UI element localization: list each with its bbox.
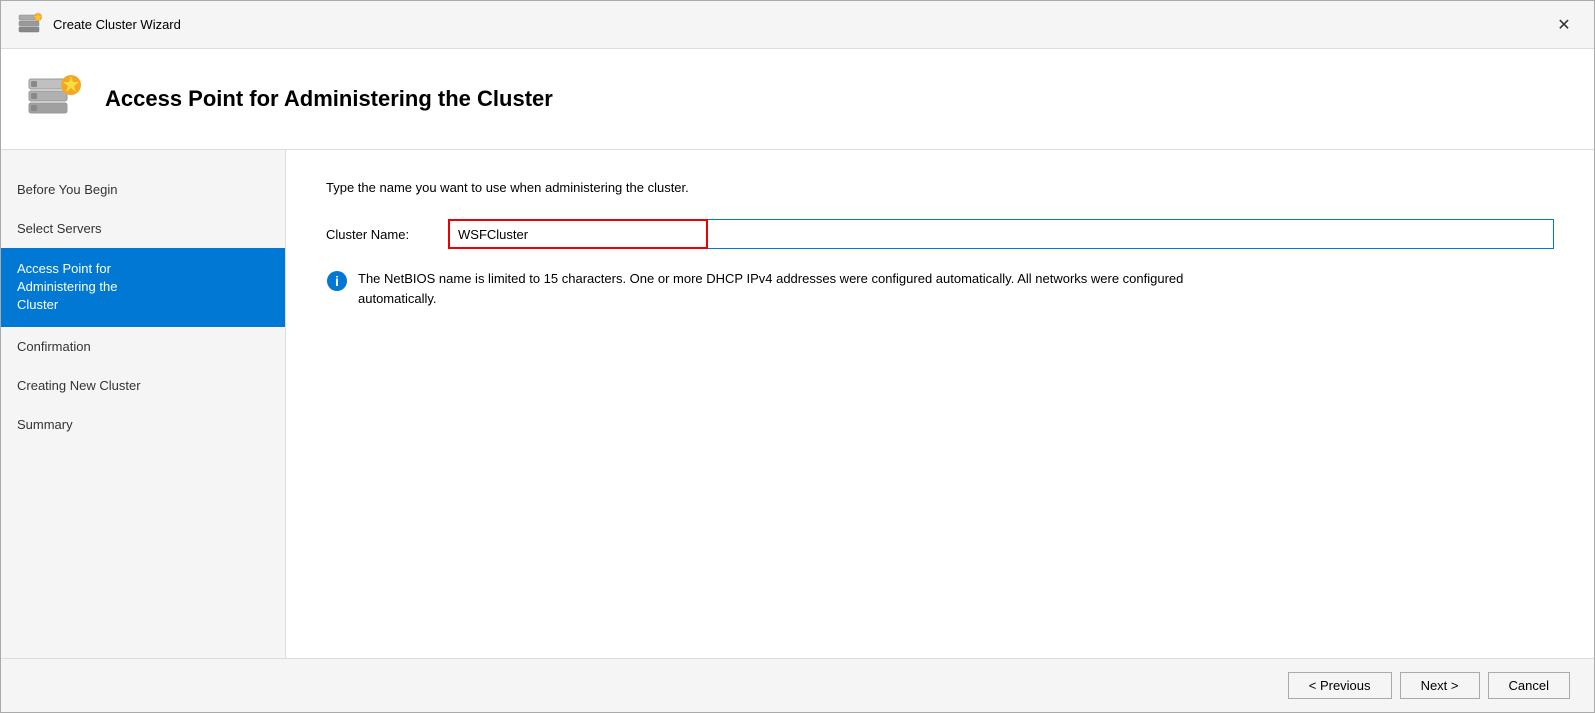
content-description: Type the name you want to use when admin… — [326, 180, 1554, 195]
next-button[interactable]: Next > — [1400, 672, 1480, 699]
cluster-name-label: Cluster Name: — [326, 227, 436, 242]
wizard-footer: < Previous Next > Cancel — [1, 658, 1594, 712]
info-text: The NetBIOS name is limited to 15 charac… — [358, 269, 1226, 308]
info-box: i The NetBIOS name is limited to 15 char… — [326, 269, 1226, 308]
wizard-header-title: Access Point for Administering the Clust… — [105, 86, 553, 112]
sidebar-item-select-servers[interactable]: Select Servers — [1, 209, 285, 248]
svg-text:i: i — [335, 273, 339, 289]
wizard-header-icon — [25, 69, 85, 129]
wizard-header: Access Point for Administering the Clust… — [1, 49, 1594, 150]
wizard-main-content: Type the name you want to use when admin… — [286, 150, 1594, 658]
wizard-sidebar: Before You Begin Select Servers Access P… — [1, 150, 286, 658]
create-cluster-wizard-dialog: Create Cluster Wizard ✕ Access Point for… — [0, 0, 1595, 713]
previous-button[interactable]: < Previous — [1288, 672, 1392, 699]
cluster-name-input[interactable] — [448, 219, 708, 249]
wizard-title-icon — [17, 11, 45, 39]
sidebar-item-confirmation[interactable]: Confirmation — [1, 327, 285, 366]
cluster-name-input-wrapper — [448, 219, 1554, 249]
cancel-button[interactable]: Cancel — [1488, 672, 1570, 699]
info-icon: i — [326, 270, 348, 292]
cluster-name-row: Cluster Name: — [326, 219, 1554, 249]
wizard-body: Before You Begin Select Servers Access P… — [1, 150, 1594, 658]
close-button[interactable]: ✕ — [1550, 11, 1578, 39]
sidebar-item-summary[interactable]: Summary — [1, 405, 285, 444]
title-bar-text: Create Cluster Wizard — [53, 17, 181, 32]
title-bar: Create Cluster Wizard ✕ — [1, 1, 1594, 49]
title-bar-left: Create Cluster Wizard — [17, 11, 181, 39]
sidebar-item-access-point[interactable]: Access Point forAdministering theCluster — [1, 248, 285, 327]
cluster-name-input-extended[interactable] — [708, 219, 1554, 249]
sidebar-item-creating-new-cluster[interactable]: Creating New Cluster — [1, 366, 285, 405]
sidebar-item-before-you-begin[interactable]: Before You Begin — [1, 170, 285, 209]
